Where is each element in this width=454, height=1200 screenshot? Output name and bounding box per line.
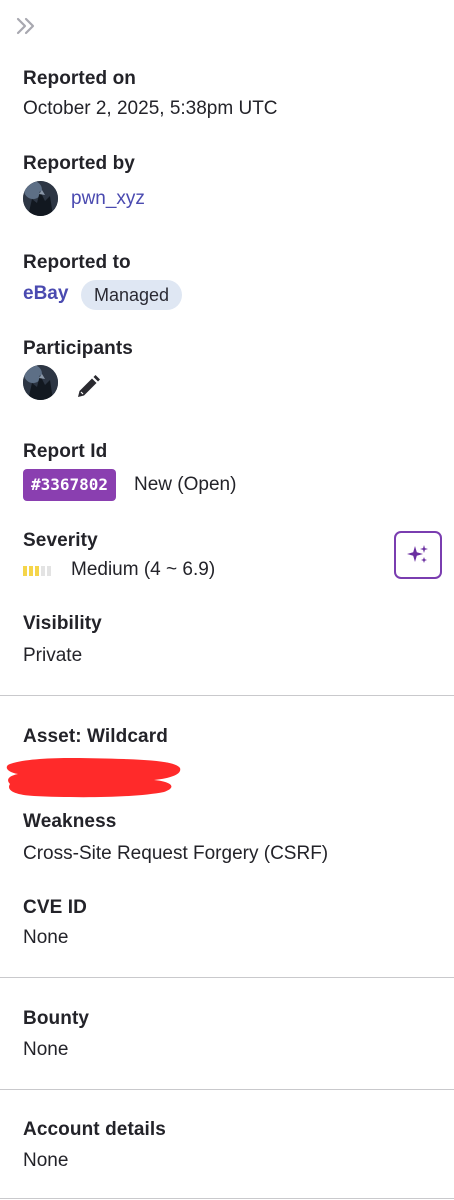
cve-id-label: CVE ID (23, 897, 87, 918)
report-details-panel: Reported on October 2, 2025, 5:38pm UTC … (0, 0, 454, 1200)
reported-to-label: Reported to (23, 252, 131, 273)
reported-on-value: October 2, 2025, 5:38pm UTC (23, 98, 278, 119)
cve-id-value: None (23, 927, 69, 948)
reported-by-label: Reported by (23, 153, 135, 174)
section-divider (0, 1198, 454, 1199)
visibility-label: Visibility (23, 613, 102, 634)
severity-label: Severity (23, 530, 98, 551)
severity-meter-segment (47, 566, 51, 576)
pencil-icon (78, 375, 100, 397)
severity-meter (23, 566, 51, 576)
participant-avatar[interactable] (23, 365, 58, 400)
account-details-label: Account details (23, 1119, 166, 1140)
report-status: New (Open) (134, 474, 237, 495)
weakness-label: Weakness (23, 811, 117, 832)
weakness-value: Cross-Site Request Forgery (CSRF) (23, 843, 329, 864)
ai-assist-button[interactable] (394, 531, 442, 579)
severity-meter-segment (23, 566, 27, 576)
bounty-label: Bounty (23, 1008, 90, 1029)
report-id-label: Report Id (23, 441, 108, 462)
sparkles-icon (407, 545, 428, 563)
bounty-value: None (23, 1039, 69, 1060)
visibility-value: Private (23, 645, 83, 666)
double-chevron-right-icon (16, 17, 35, 35)
reported-on-label: Reported on (23, 68, 136, 89)
edit-participants-button[interactable] (74, 373, 102, 401)
reporter-avatar[interactable] (23, 181, 58, 216)
asset-label: Asset: Wildcard (23, 726, 168, 747)
account-details-value: None (23, 1150, 69, 1171)
program-link[interactable]: eBay (23, 283, 68, 305)
section-divider (0, 1089, 454, 1090)
severity-meter-segment (41, 566, 45, 576)
report-id-badge[interactable]: #3367802 (23, 469, 117, 501)
severity-meter-segment (35, 566, 39, 576)
participants-label: Participants (23, 338, 133, 359)
redaction-scribble (6, 758, 181, 798)
section-divider (0, 695, 454, 696)
reporter-username-link[interactable]: pwn_xyz (71, 188, 145, 210)
severity-value: Medium (4 ~ 6.9) (71, 559, 216, 580)
severity-meter-segment (29, 566, 33, 576)
section-divider (0, 977, 454, 978)
managed-badge: Managed (81, 280, 183, 310)
collapse-sidebar-button[interactable] (14, 14, 38, 38)
